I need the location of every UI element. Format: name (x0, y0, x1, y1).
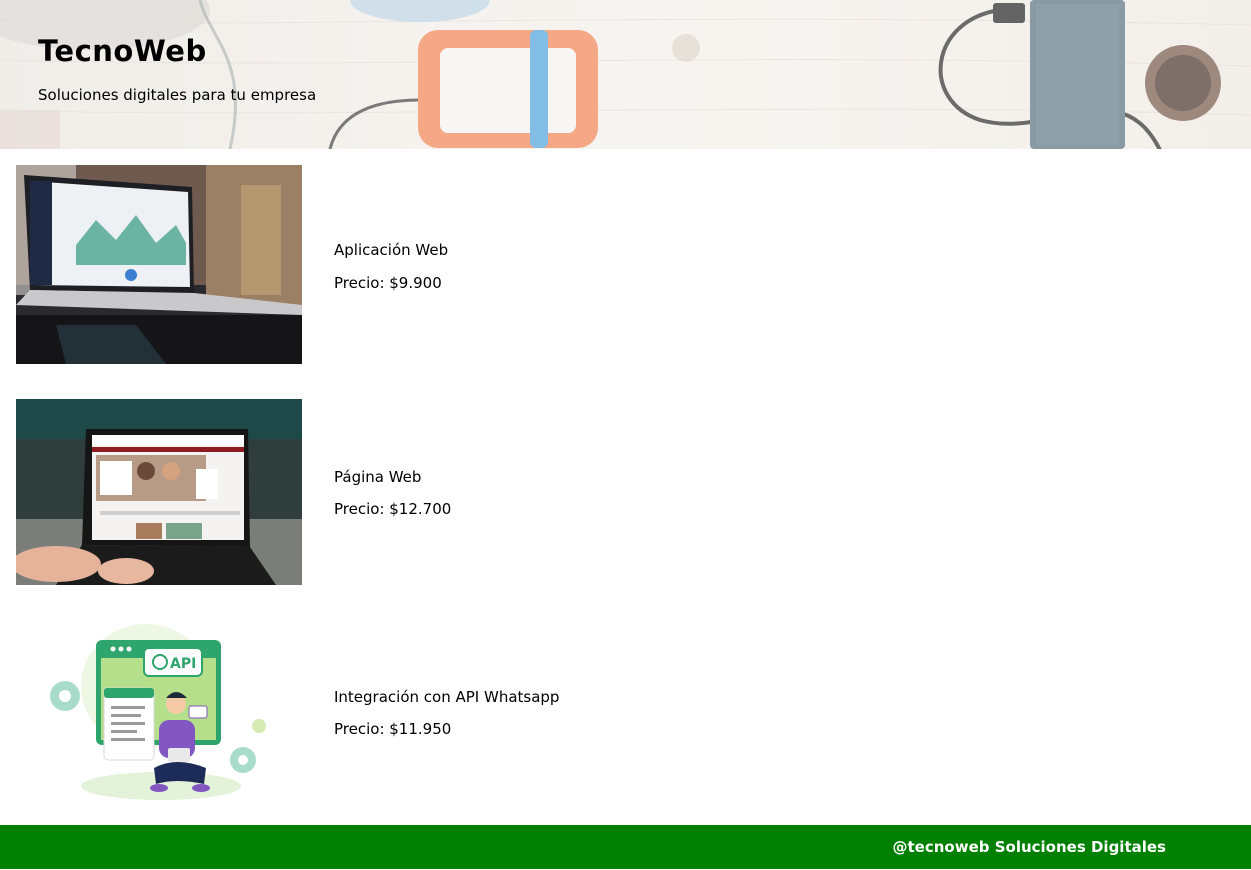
product-price: Precio: $9.900 (334, 274, 442, 292)
product-image-whatsapp-api: API (16, 616, 302, 806)
product-name: Integración con API Whatsapp (334, 688, 560, 706)
product-image-laptop-website (16, 399, 302, 585)
product-card: API Integración con API Whatsapp Precio:… (16, 616, 1236, 806)
product-image-laptop-dashboard (16, 165, 302, 364)
page-footer: @tecnoweb Soluciones Digitales (0, 825, 1251, 869)
footer-credit: @tecnoweb Soluciones Digitales (892, 838, 1167, 856)
product-name: Página Web (334, 468, 422, 486)
product-name: Aplicación Web (334, 241, 449, 259)
header-overlay (0, 0, 1251, 149)
site-title: TecnoWeb (38, 34, 207, 68)
product-card: Aplicación Web Precio: $9.900 (16, 165, 1236, 364)
product-card: Página Web Precio: $12.700 (16, 399, 1236, 585)
api-badge-text: API (170, 656, 196, 672)
product-price: Precio: $11.950 (334, 720, 452, 738)
site-tagline: Soluciones digitales para tu empresa (38, 86, 317, 104)
page-header: TecnoWeb Soluciones digitales para tu em… (0, 0, 1251, 149)
product-price: Precio: $12.700 (334, 500, 452, 518)
